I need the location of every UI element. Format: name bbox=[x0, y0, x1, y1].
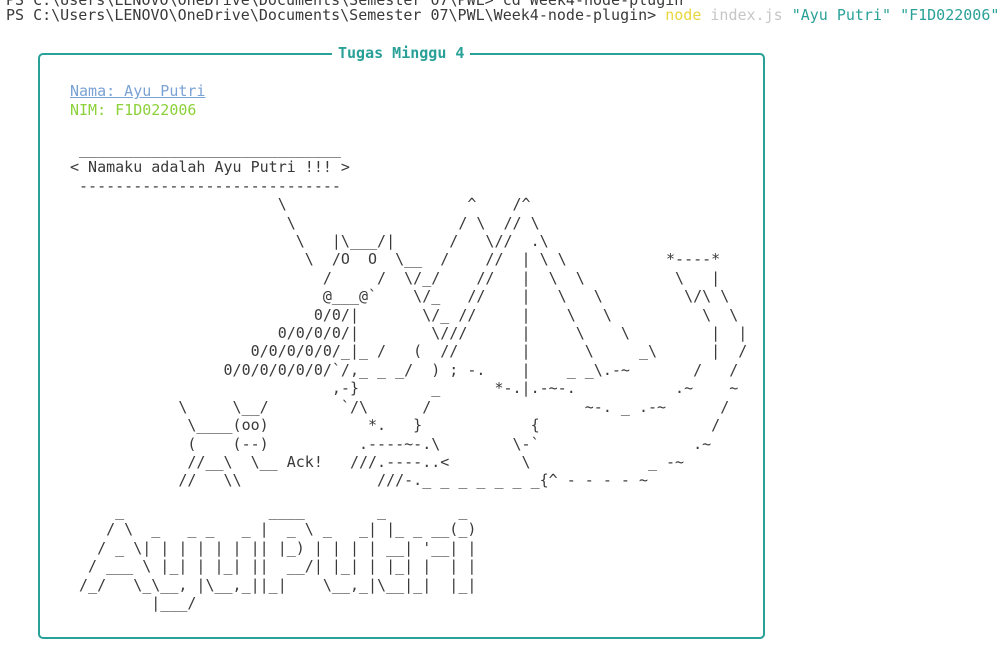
command-arg-name: "Ayu Putri" bbox=[791, 6, 892, 24]
nama-text: Nama: Ayu Putri bbox=[70, 82, 206, 100]
box-title: Tugas Minggu 4 bbox=[332, 44, 471, 62]
command-arg-nim: "F1D022006" bbox=[900, 6, 1000, 24]
figlet-name-banner: _ ____ _ _ / \ _ _ _ _ | _ \ _ _| |_ _ _… bbox=[79, 502, 477, 613]
prompt-path: PS C:\Users\LENOVO\OneDrive\Documents\Se… bbox=[6, 6, 666, 24]
cowsay-ascii-art: _____________________________ < Namaku a… bbox=[70, 140, 748, 490]
nim-text: NIM: F1D022006 bbox=[70, 101, 197, 119]
command-node: node bbox=[665, 6, 702, 24]
terminal-prompt-line[interactable]: PS C:\Users\LENOVO\OneDrive\Documents\Se… bbox=[6, 6, 999, 24]
command-script: index.js bbox=[710, 6, 783, 24]
